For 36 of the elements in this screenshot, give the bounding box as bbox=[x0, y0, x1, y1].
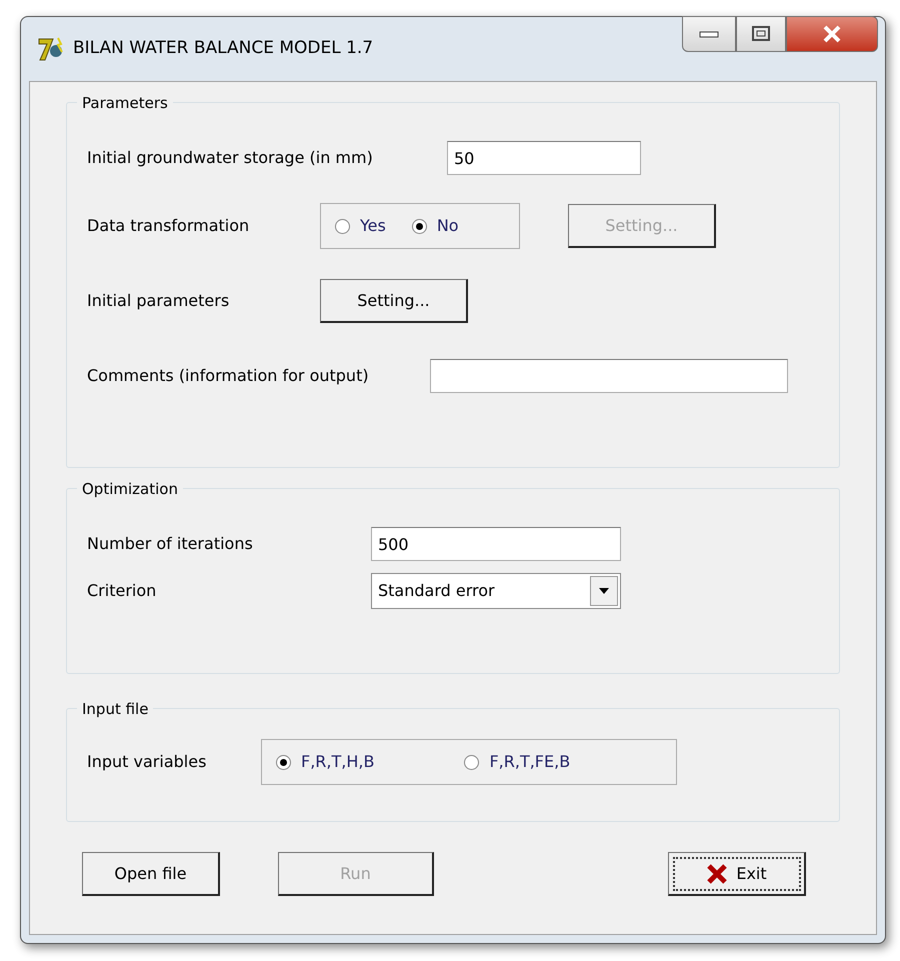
radio-label: F,R,T,FE,B bbox=[489, 751, 570, 773]
dropdown-arrow-icon bbox=[599, 588, 609, 594]
close-x-icon bbox=[706, 862, 728, 884]
radio-label: F,R,T,H,B bbox=[301, 751, 374, 773]
radio-circle[interactable] bbox=[276, 754, 291, 770]
input-field[interactable]: 500 bbox=[371, 527, 621, 561]
minimize-button[interactable] bbox=[682, 16, 736, 52]
maximize-button[interactable] bbox=[736, 16, 786, 52]
field-label: Data transformation bbox=[87, 215, 250, 237]
dialog-button[interactable]: Open file bbox=[82, 852, 220, 896]
field-label: Initial groundwater storage (in mm) bbox=[87, 147, 374, 169]
radio-option[interactable]: F,R,T,H,B bbox=[276, 750, 374, 774]
radio-label: No bbox=[436, 215, 459, 237]
criterion-dropdown[interactable]: Standard error bbox=[371, 573, 621, 609]
radio-circle[interactable] bbox=[412, 218, 427, 234]
input-field[interactable]: 50 bbox=[447, 141, 641, 175]
radio-circle[interactable] bbox=[464, 754, 480, 770]
app-logo-icon bbox=[37, 36, 65, 62]
radio-option[interactable]: F,R,T,FE,B bbox=[464, 750, 570, 774]
field-label: Criterion bbox=[87, 580, 158, 602]
exit-button[interactable]: Exit bbox=[668, 852, 806, 896]
setting-button[interactable]: Setting... bbox=[320, 279, 468, 323]
field-label: Number of iterations bbox=[87, 533, 254, 555]
window-title: BILAN WATER BALANCE MODEL 1.7 bbox=[73, 37, 374, 60]
radio-label: Yes bbox=[360, 215, 386, 237]
minimize-icon bbox=[699, 29, 719, 39]
radio-option[interactable]: Yes bbox=[335, 214, 386, 238]
close-icon bbox=[822, 25, 842, 43]
field-label: Comments (information for output) bbox=[87, 365, 370, 387]
field-label: Input variables bbox=[87, 751, 208, 773]
radio-option[interactable]: No bbox=[412, 214, 459, 238]
field-label: Initial parameters bbox=[87, 290, 230, 312]
input-field[interactable] bbox=[430, 359, 788, 393]
close-button[interactable] bbox=[786, 16, 878, 52]
radio-circle[interactable] bbox=[335, 218, 350, 234]
maximize-icon bbox=[752, 26, 770, 42]
